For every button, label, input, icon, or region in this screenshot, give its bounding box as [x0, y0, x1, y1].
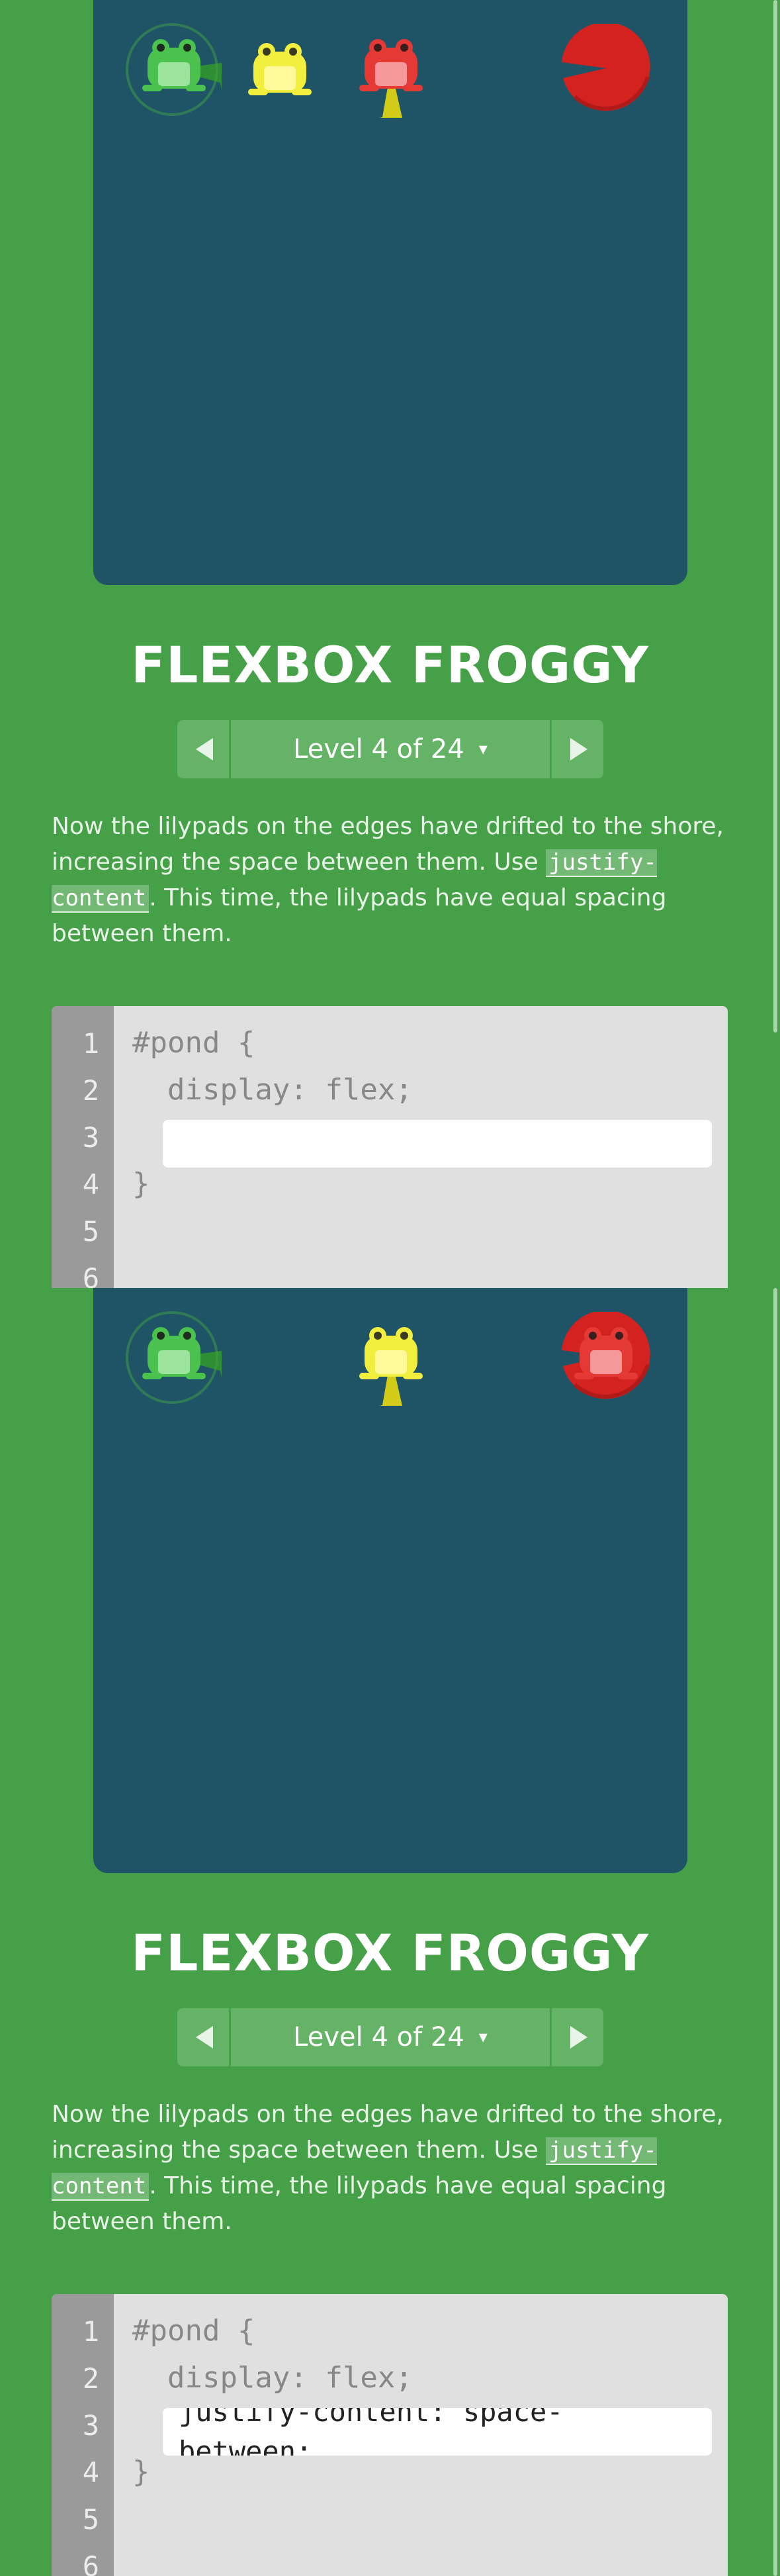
- code-line: #pond {: [132, 1026, 255, 1060]
- line-number: 5: [82, 1215, 99, 1248]
- line-number: 4: [82, 1168, 99, 1201]
- line-number: 2: [82, 2362, 99, 2395]
- caret-down-icon: ▾: [478, 2027, 488, 2047]
- level-selector: Level 4 of 24 ▾: [177, 2008, 603, 2066]
- pond: [93, 1288, 687, 1873]
- frog-icon: [574, 1327, 638, 1379]
- game-screen-after: FLEXBOX FROGGY Level 4 of 24 ▾ Now the l…: [0, 1288, 780, 2576]
- prev-level-button[interactable]: [177, 720, 231, 778]
- frog-yellow: [247, 42, 313, 102]
- game-title: FLEXBOX FROGGY: [131, 635, 649, 694]
- frog-red: [358, 38, 424, 98]
- line-number: 2: [82, 1074, 99, 1107]
- frog-green: [141, 1326, 207, 1386]
- line-gutter: 1 2 3 4 5 6: [52, 2294, 114, 2576]
- instructions: Now the lilypads on the edges have drift…: [52, 2097, 733, 2240]
- triangle-left-icon: [196, 2026, 213, 2048]
- lilypad-icon: [562, 24, 650, 111]
- level-label: Level 4 of 24: [293, 2022, 464, 2052]
- line-number: 6: [82, 2550, 99, 2576]
- frog-icon: [359, 39, 423, 91]
- line-number: 1: [82, 1027, 99, 1060]
- triangle-left-icon: [196, 738, 213, 760]
- lilypad-red: [562, 24, 650, 113]
- level-indicator[interactable]: Level 4 of 24 ▾: [231, 2008, 550, 2066]
- line-number: 3: [82, 1121, 99, 1154]
- next-level-button[interactable]: [550, 720, 603, 778]
- frog-icon: [359, 1327, 423, 1379]
- caret-down-icon: ▾: [478, 739, 488, 759]
- code-line: display: flex;: [132, 1073, 413, 1107]
- css-input[interactable]: [163, 1120, 712, 1168]
- frog-green: [141, 38, 207, 98]
- next-level-button[interactable]: [550, 2008, 603, 2066]
- css-input-value: justify-content: space-between;: [179, 2408, 564, 2456]
- css-editor: 1 2 3 4 5 6 #pond { display: flex; }: [52, 1006, 728, 1288]
- frog-icon: [142, 39, 206, 91]
- triangle-right-icon: [570, 738, 587, 760]
- frog-icon: [248, 43, 312, 95]
- line-number: 1: [82, 2315, 99, 2348]
- scrollbar-thumb[interactable]: [773, 0, 777, 1033]
- css-editor: 1 2 3 4 5 6 #pond { display: flex; justi…: [52, 2294, 728, 2576]
- code-line: #pond {: [132, 2314, 255, 2348]
- frog-red: [573, 1326, 639, 1386]
- code-line: display: flex;: [132, 2361, 413, 2395]
- prev-level-button[interactable]: [177, 2008, 231, 2066]
- level-selector: Level 4 of 24 ▾: [177, 720, 603, 778]
- frog-icon: [142, 1327, 206, 1379]
- css-input[interactable]: justify-content: space-between;: [163, 2408, 712, 2456]
- game-screen-before: FLEXBOX FROGGY Level 4 of 24 ▾ Now the l…: [0, 0, 780, 1288]
- game-title: FLEXBOX FROGGY: [131, 1923, 649, 1982]
- level-indicator[interactable]: Level 4 of 24 ▾: [231, 720, 550, 778]
- triangle-right-icon: [570, 2026, 587, 2048]
- line-gutter: 1 2 3 4 5 6: [52, 1006, 114, 1288]
- code-line: }: [132, 2455, 150, 2489]
- line-number: 6: [82, 1262, 99, 1288]
- frog-yellow: [358, 1326, 424, 1386]
- level-label: Level 4 of 24: [293, 734, 464, 764]
- instructions: Now the lilypads on the edges have drift…: [52, 809, 733, 952]
- pond: [93, 0, 687, 585]
- line-number: 3: [82, 2409, 99, 2442]
- line-number: 4: [82, 2456, 99, 2489]
- code-line: }: [132, 1167, 150, 1201]
- line-number: 5: [82, 2503, 99, 2536]
